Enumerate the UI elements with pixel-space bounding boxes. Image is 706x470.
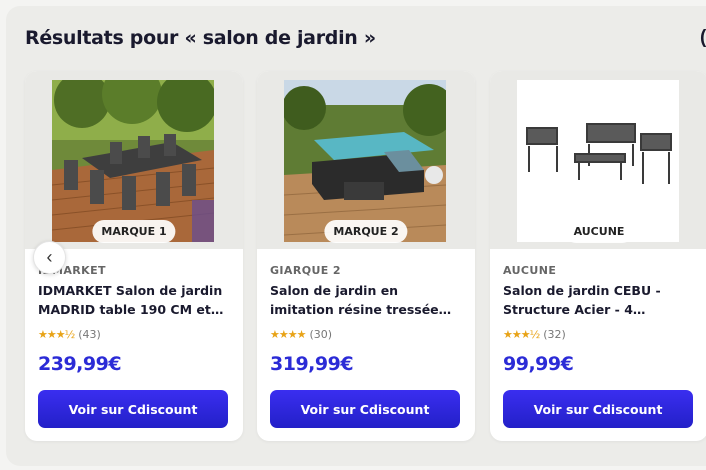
product-image-area: MARQUE 2 <box>257 71 475 249</box>
product-title[interactable]: IDMARKET Salon de jardin MADRID table 19… <box>38 281 232 319</box>
review-count: (43) <box>78 328 101 341</box>
view-on-cdiscount-button[interactable]: Voir sur Cdiscount <box>270 390 460 428</box>
chevron-left-icon: ‹ <box>46 246 53 267</box>
product-rating: ★★★½ (32) <box>503 328 566 341</box>
results-heading: Résultats pour « salon de jardin » <box>25 27 376 49</box>
offscreen-text-edge: ( <box>700 27 706 48</box>
brand-badge: AUCUNE <box>564 220 634 243</box>
product-brand: GIARQUE 2 <box>270 264 341 277</box>
product-price: 99,99€ <box>503 353 574 375</box>
view-on-cdiscount-button[interactable]: Voir sur Cdiscount <box>503 390 693 428</box>
view-on-cdiscount-button[interactable]: Voir sur Cdiscount <box>38 390 228 428</box>
brand-badge: MARQUE 2 <box>324 220 408 243</box>
product-card-3[interactable]: AUCUNE AUCUNE Salon de jardin CEBU - Str… <box>490 71 706 441</box>
star-rating-icon: ★★★½ <box>503 328 540 341</box>
star-rating-icon: ★★★★ <box>270 328 306 341</box>
product-image[interactable] <box>52 80 214 242</box>
product-brand: AUCUNE <box>503 264 557 277</box>
product-price: 319,99€ <box>270 353 354 375</box>
carousel-prev-button[interactable]: ‹ <box>33 241 66 274</box>
star-rating-icon: ★★★½ <box>38 328 75 341</box>
product-price: 239,99€ <box>38 353 122 375</box>
product-rating: ★★★★ (30) <box>270 328 332 341</box>
product-title[interactable]: Salon de jardin CEBU - Structure Acier -… <box>503 281 697 319</box>
product-card-2[interactable]: MARQUE 2 GIARQUE 2 Salon de jardin en im… <box>257 71 475 441</box>
product-image-area: MARQUE 1 <box>25 71 243 249</box>
review-count: (32) <box>543 328 566 341</box>
review-count: (30) <box>309 328 333 341</box>
product-image[interactable] <box>284 80 446 242</box>
product-rating: ★★★½ (43) <box>38 328 101 341</box>
brand-badge: MARQUE 1 <box>92 220 176 243</box>
product-title[interactable]: Salon de jardin en imitation résine tres… <box>270 281 464 319</box>
product-image[interactable] <box>517 80 679 242</box>
product-image-area: AUCUNE <box>490 71 706 249</box>
